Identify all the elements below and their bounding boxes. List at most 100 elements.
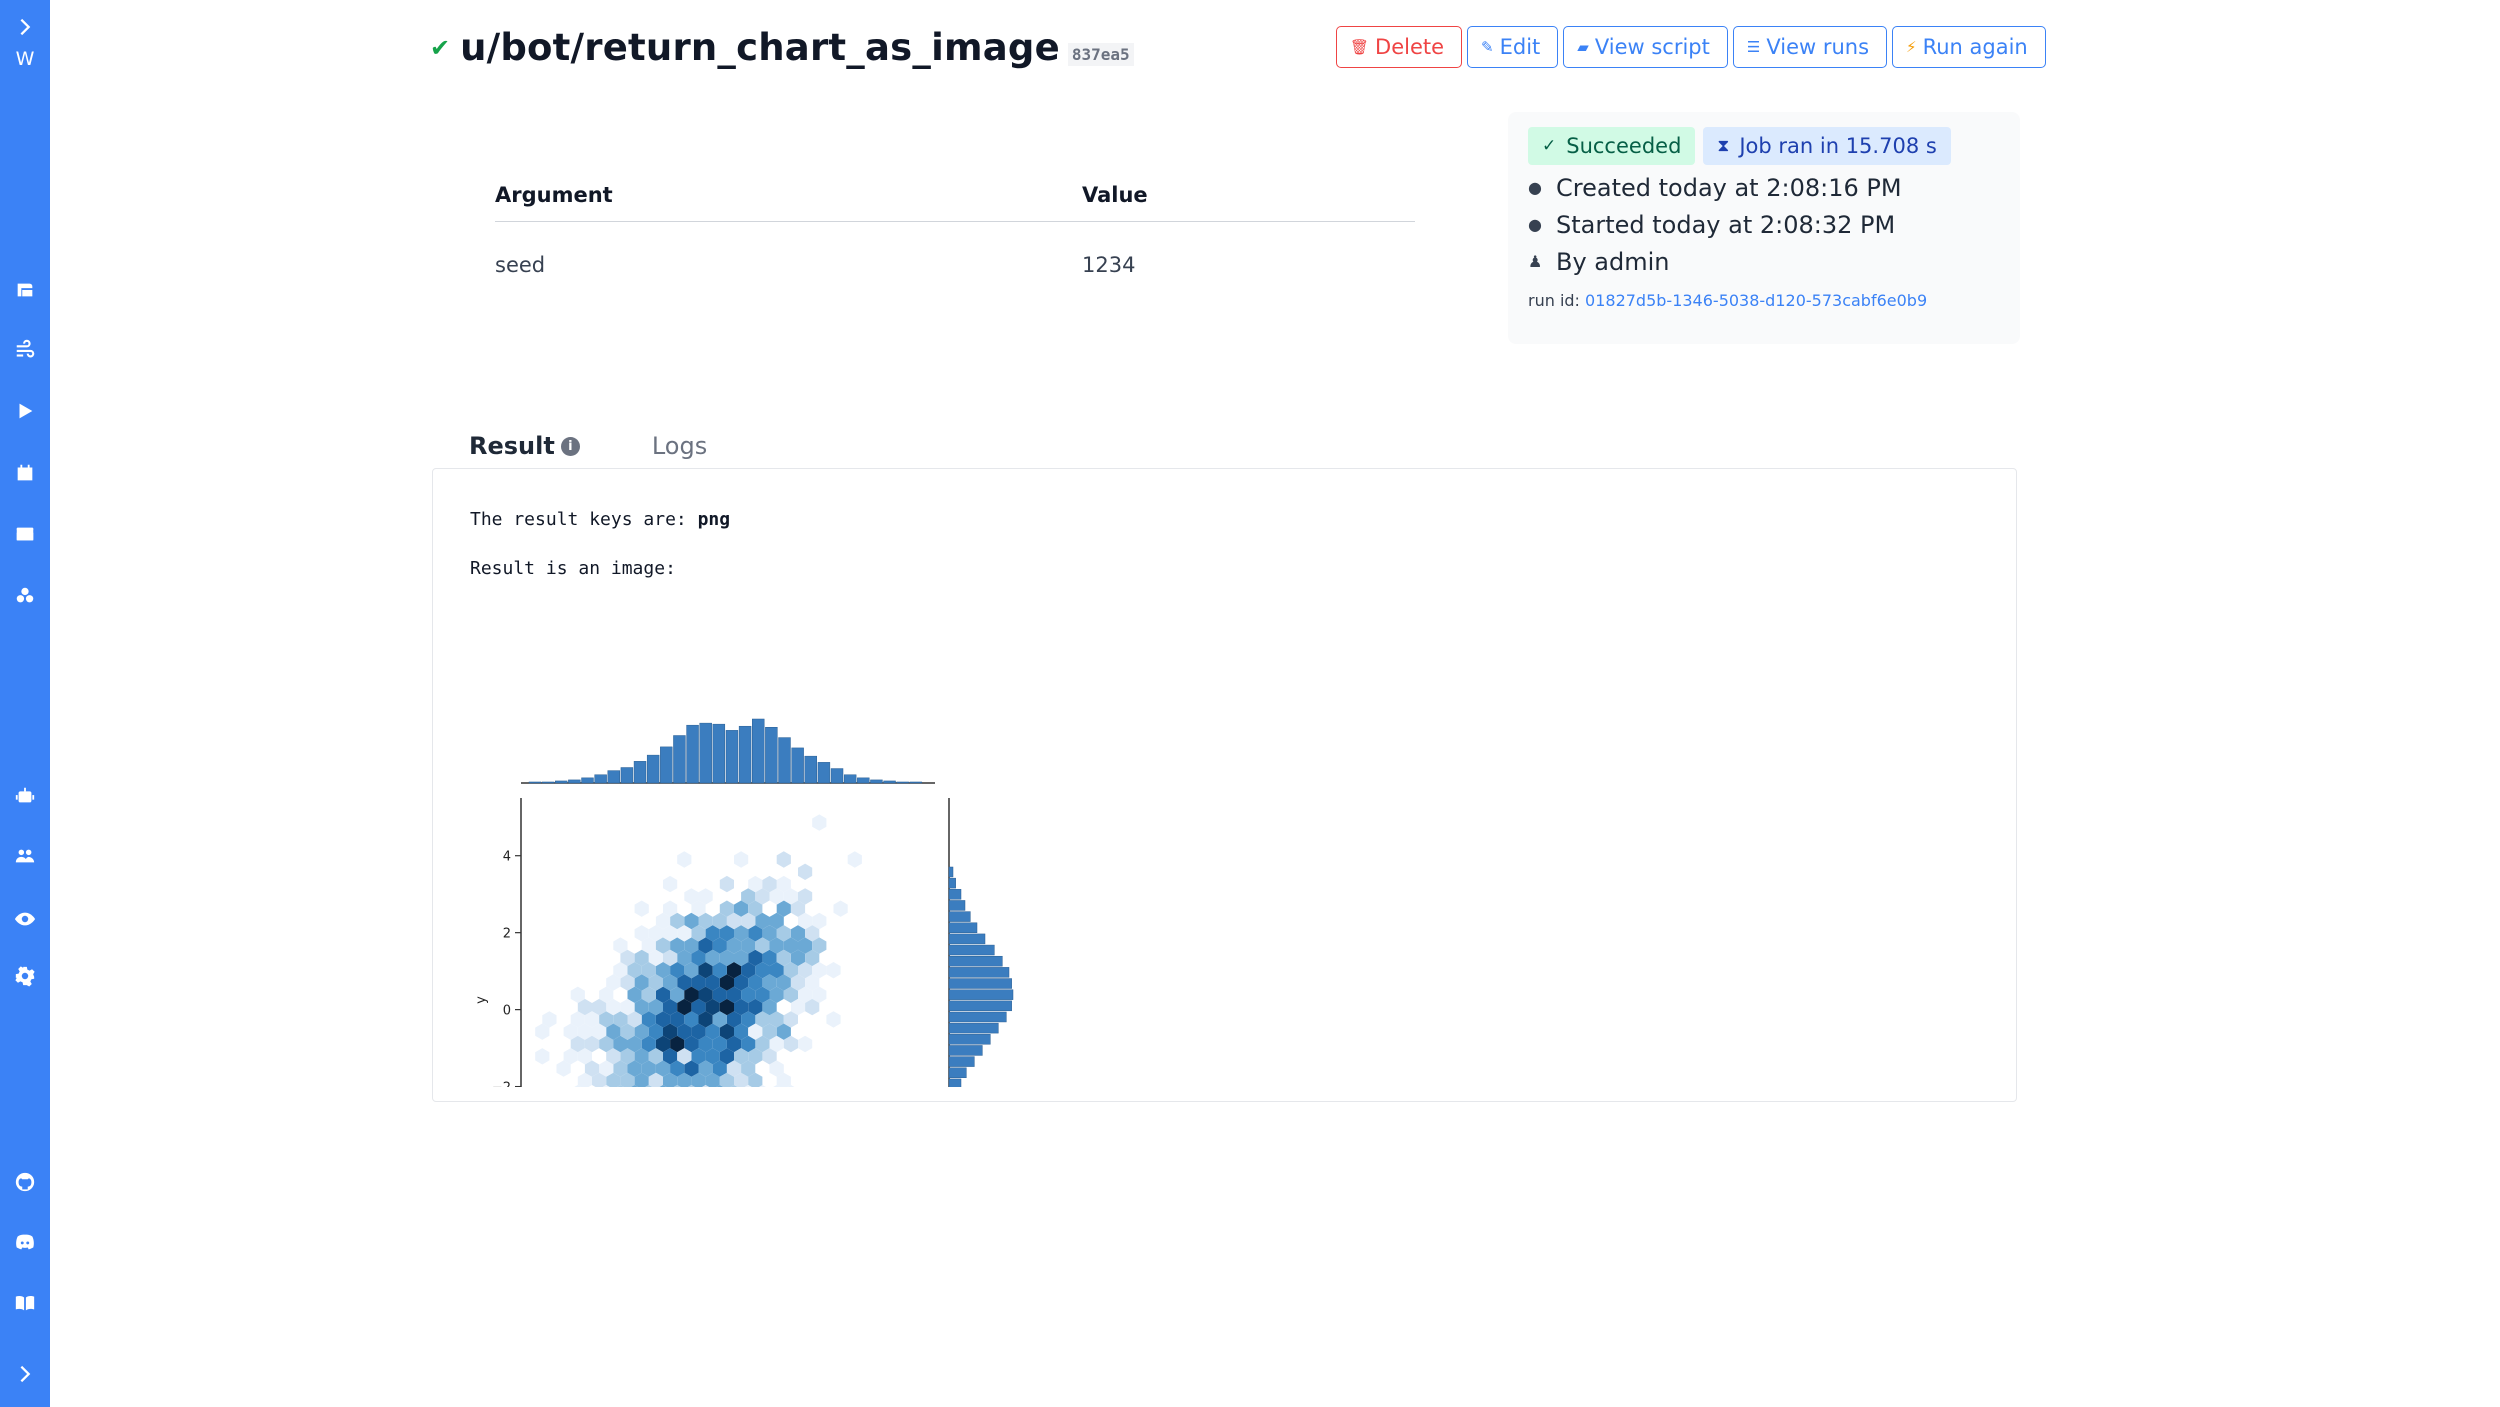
- hexbin-cell: [734, 851, 749, 868]
- marginal-x-bar: [699, 722, 712, 784]
- created-by: ♟ By admin: [1528, 247, 1670, 276]
- info-icon[interactable]: i: [560, 436, 580, 456]
- table-row: seed 1234: [495, 222, 1415, 308]
- argument-column-header: Argument: [495, 182, 613, 207]
- wallet-icon: [16, 527, 34, 541]
- marginal-x-bar: [738, 725, 752, 784]
- sidebar-item-schedules[interactable]: [0, 457, 50, 489]
- view-script-button[interactable]: ▰ View script: [1563, 26, 1728, 68]
- edit-icon: ✎: [1481, 38, 1494, 56]
- marginal-x-bar: [843, 774, 857, 784]
- sidebar-item-docs[interactable]: [0, 1287, 50, 1319]
- marginal-x-bar: [804, 755, 817, 784]
- result-keys-text: The result keys are: png: [470, 509, 731, 530]
- run-again-button[interactable]: ⚡ Run again: [1892, 26, 2046, 68]
- view-runs-button[interactable]: ☰ View runs: [1732, 26, 1888, 68]
- marginal-y-bar: [948, 922, 978, 933]
- marginal-y-bar: [948, 933, 986, 945]
- tab-logs[interactable]: Logs: [652, 426, 707, 466]
- hexbin-cell: [847, 851, 862, 868]
- hexbin-cell: [776, 851, 791, 868]
- marginal-y-bar: [948, 1067, 967, 1078]
- marginal-x-bar: [817, 762, 831, 784]
- marginal-y-bar: [948, 900, 966, 911]
- marginal-x-bar: [686, 724, 699, 784]
- eye-icon: [14, 912, 36, 926]
- marginal-x-bar: [870, 779, 883, 784]
- sidebar-item-audit[interactable]: [0, 903, 50, 935]
- clock-icon: ●: [1528, 215, 1542, 234]
- duration-badge: ⧗ Job ran in 15.708 s: [1703, 127, 1951, 165]
- marginal-y-bar: [948, 1022, 999, 1034]
- wind-icon: [16, 339, 35, 358]
- edit-button[interactable]: ✎ Edit: [1467, 26, 1559, 68]
- marginal-x-bar: [883, 780, 896, 784]
- sidebar-item-groups[interactable]: [0, 840, 50, 872]
- status-badge: ✓ Succeeded: [1528, 127, 1696, 165]
- marginal-y-bar: [948, 889, 962, 900]
- sidebar-item-resources[interactable]: [0, 518, 50, 550]
- result-tabs: Result i Logs: [469, 426, 707, 466]
- table-header: Argument Value: [495, 168, 1415, 222]
- trash-icon: 🗑: [1350, 38, 1370, 56]
- sidebar-item-settings[interactable]: [0, 960, 50, 992]
- sidebar-item-flows[interactable]: [0, 334, 50, 366]
- sidebar-item-github[interactable]: [0, 1166, 50, 1198]
- marginal-x-bar: [555, 780, 568, 784]
- hexbin-cell: [833, 900, 848, 917]
- marginal-x-bar: [633, 761, 647, 784]
- y-tick-label: 0: [503, 1004, 511, 1019]
- marginal-y-bar: [948, 1034, 991, 1045]
- action-bar: 🗑 Delete ✎ Edit ▰ View script ☰ View runs ⚡ R…: [1336, 26, 2046, 68]
- run-id-link[interactable]: 01827d5b-1346-5038-d120-573cabf6e0b9: [1585, 291, 1927, 310]
- sidebar-item-apps[interactable]: [0, 395, 50, 427]
- check-icon: ✔: [430, 33, 451, 62]
- marginal-y-bar: [948, 1056, 975, 1067]
- marginal-y-bar: [948, 1000, 1012, 1012]
- sidebar-item-discord[interactable]: [0, 1226, 50, 1258]
- script-icon: ▰: [1577, 38, 1589, 56]
- sidebar-item-variables[interactable]: [0, 580, 50, 612]
- marginal-y-bar: [948, 978, 1012, 989]
- hexbin-cell: [812, 814, 827, 831]
- book-icon: [15, 1295, 35, 1311]
- started-at: ● Started today at 2:08:32 PM: [1528, 210, 1896, 239]
- clock-icon: ●: [1528, 178, 1542, 197]
- marginal-x-bar: [909, 781, 923, 784]
- sidebar-expand-button[interactable]: [0, 12, 50, 42]
- hexbin-cell: [719, 875, 734, 893]
- marginal-x-bar: [568, 779, 581, 784]
- sidebar: W: [0, 0, 50, 1407]
- workspace-logo[interactable]: W: [0, 48, 50, 70]
- marginal-x-bar: [660, 746, 673, 784]
- run-id: run id: 01827d5b-1346-5038-d120-573cabf6…: [1528, 291, 1928, 310]
- sidebar-item-scripts[interactable]: [0, 274, 50, 306]
- marginal-y-bar: [948, 877, 956, 889]
- marginal-x-bar: [725, 730, 739, 784]
- result-key: png: [697, 509, 731, 530]
- sidebar-collapse-button[interactable]: [0, 1358, 50, 1390]
- result-chart-image: 420−2−4y: [474, 718, 1014, 1087]
- marginal-x-bar: [646, 754, 660, 784]
- result-image-label: Result is an image:: [470, 558, 676, 579]
- marginal-x-bar: [712, 723, 726, 784]
- list-icon: ☰: [1746, 38, 1761, 56]
- chevron-right-icon: [20, 18, 31, 36]
- marginal-y-bar: [948, 955, 1003, 967]
- tab-result[interactable]: Result i: [469, 426, 580, 466]
- hexbin-cell: [826, 962, 841, 979]
- y-tick-label: −2: [492, 1081, 511, 1087]
- marginal-x-bar: [830, 768, 844, 784]
- sidebar-item-workers[interactable]: [0, 780, 50, 812]
- created-at: ● Created today at 2:08:16 PM: [1528, 173, 1902, 202]
- delete-button[interactable]: 🗑 Delete: [1336, 26, 1463, 68]
- marginal-y-bar: [948, 944, 995, 956]
- marginal-y-bar: [948, 967, 1010, 978]
- marginal-x-bar: [791, 747, 804, 784]
- github-icon: [15, 1172, 35, 1192]
- hexbin-cell: [798, 863, 813, 880]
- marginal-x-bar: [594, 774, 607, 784]
- marginal-x-bar: [581, 777, 594, 784]
- marginal-y-bar: [948, 866, 954, 878]
- gear-icon: [15, 966, 35, 987]
